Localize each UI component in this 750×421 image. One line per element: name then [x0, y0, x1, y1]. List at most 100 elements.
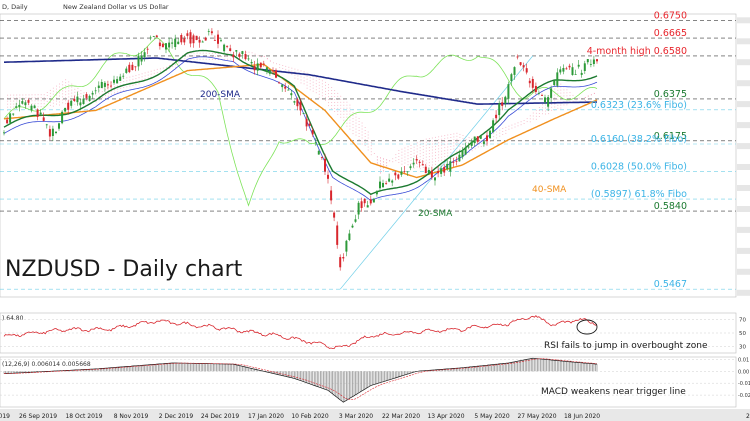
cloud-dot — [401, 151, 403, 153]
candle-body — [437, 171, 440, 174]
candle-body — [379, 181, 381, 189]
candle-body — [268, 70, 271, 74]
candle-body — [363, 198, 366, 204]
cloud-dot — [422, 154, 424, 156]
candle-body — [253, 66, 256, 71]
cloud-dot — [288, 66, 290, 68]
cloud-dot — [346, 113, 348, 115]
cloud-dot — [505, 126, 507, 128]
cloud-dot — [101, 91, 103, 93]
cloud-dot — [315, 92, 317, 94]
cloud-dot — [352, 127, 354, 129]
cloud-dot — [230, 58, 232, 60]
cloud-dot — [156, 68, 158, 70]
candle-body — [220, 40, 222, 42]
cloud-dot — [428, 162, 430, 164]
cloud-dot — [416, 154, 418, 156]
cloud-dot — [441, 144, 443, 146]
cloud-dot — [266, 58, 268, 60]
cloud-dot — [156, 71, 158, 73]
cloud-dot — [325, 90, 326, 92]
cloud-dot — [153, 72, 155, 74]
cloud-dot — [465, 139, 467, 140]
candle-body — [574, 74, 577, 75]
cloud-dot — [364, 130, 366, 131]
cloud-dot — [43, 103, 45, 105]
candle-body — [369, 199, 372, 204]
cloud-dot — [401, 157, 403, 159]
cloud-dot — [328, 105, 329, 107]
candle-body — [39, 112, 42, 115]
cloud-dot — [477, 146, 479, 148]
cloud-dot — [355, 134, 357, 136]
cloud-dot — [355, 125, 357, 127]
cloud-dot — [532, 112, 534, 114]
cloud-dot — [407, 146, 409, 148]
cloud-dot — [120, 87, 122, 89]
cloud-dot — [523, 123, 525, 124]
cloud-dot — [367, 131, 369, 133]
cloud-dot — [132, 84, 134, 86]
cloud-dot — [331, 87, 333, 88]
candle-body — [223, 44, 226, 52]
cloud-dot — [404, 156, 406, 158]
cloud-dot — [37, 94, 39, 96]
candle-body — [522, 65, 525, 68]
candle-body — [259, 62, 262, 68]
cloud-dot — [413, 149, 415, 151]
cloud-dot — [328, 96, 329, 98]
candle-body — [82, 98, 85, 104]
cloud-dot — [404, 159, 406, 161]
candle-body — [421, 164, 424, 166]
candle-body — [330, 190, 333, 201]
cloud-dot — [309, 86, 311, 88]
cloud-dot — [560, 89, 562, 91]
cloud-dot — [196, 52, 198, 54]
cloud-dot — [95, 95, 97, 97]
cloud-dot — [83, 92, 85, 94]
cloud-dot — [538, 116, 540, 117]
candle-body — [88, 95, 91, 101]
cloud-dot — [343, 119, 345, 121]
cloud-dot — [49, 104, 51, 106]
cloud-dot — [65, 91, 67, 93]
cloud-dot — [123, 81, 125, 82]
cloud-dot — [144, 72, 146, 74]
candle-body — [21, 101, 24, 104]
candle-body — [177, 41, 180, 45]
cloud-dot — [65, 94, 67, 96]
cloud-dot — [493, 136, 495, 138]
cloud-dot — [334, 99, 336, 100]
cloud-dot — [331, 108, 333, 109]
cloud-dot — [538, 113, 540, 114]
cloud-dot — [431, 140, 433, 142]
cloud-dot — [13, 94, 15, 96]
cloud-dot — [542, 107, 543, 109]
cloud-dot — [511, 127, 513, 129]
cloud-dot — [346, 101, 348, 103]
cloud-dot — [431, 149, 433, 151]
cloud-dot — [59, 92, 60, 94]
cloud-dot — [407, 158, 409, 160]
date-tick-label: 24 Dec 2019 — [201, 413, 240, 420]
cloud-dot — [398, 153, 400, 154]
cloud-dot — [337, 104, 339, 106]
cloud-dot — [126, 80, 128, 82]
cloud-dot — [98, 99, 100, 101]
candle-body — [470, 141, 473, 146]
candle-body — [473, 136, 476, 144]
cloud-dot — [34, 103, 36, 105]
candle-body — [440, 168, 443, 174]
cloud-dot — [560, 83, 562, 85]
candle-body — [119, 76, 122, 81]
candle-body — [461, 150, 464, 158]
candle-body — [48, 129, 51, 137]
cloud-dot — [450, 152, 452, 153]
cloud-dot — [563, 89, 565, 91]
cloud-dot — [315, 80, 317, 82]
candle-body — [238, 53, 241, 57]
cloud-dot — [214, 53, 216, 54]
candle-body — [171, 42, 174, 44]
date-tick-label: 18 Oct 2019 — [65, 413, 102, 420]
cloud-dot — [361, 137, 363, 139]
